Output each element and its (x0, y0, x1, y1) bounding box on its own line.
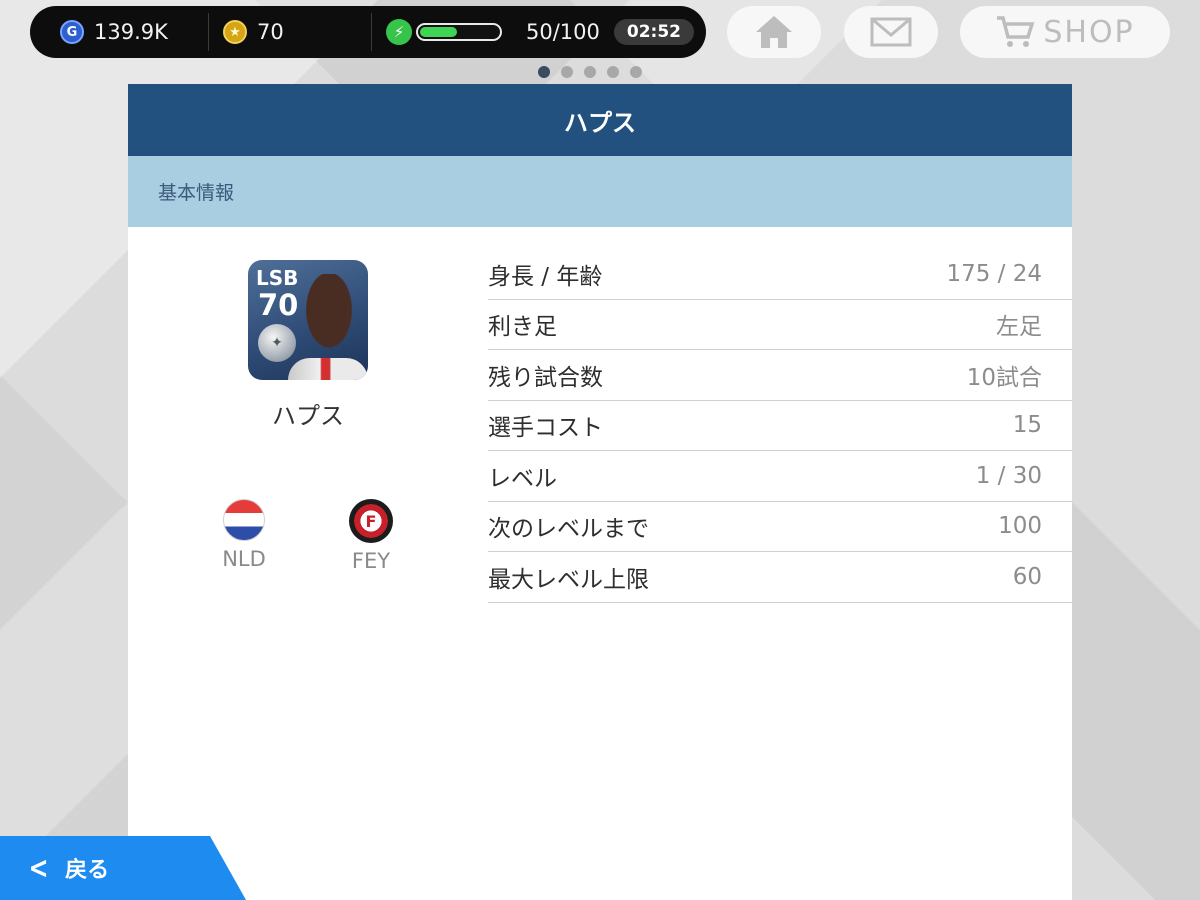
section-title: 基本情報 (158, 182, 235, 204)
info-row: 最大レベル上限 60 (488, 552, 1072, 603)
status-bar: G 139.9K ★ 70 ⚡ 50/100 02:52 (30, 6, 706, 58)
back-label: 戻る (65, 858, 110, 883)
info-row: 選手コスト 15 (488, 401, 1072, 451)
page-dot[interactable] (538, 66, 550, 78)
coin-counter: ★ 70 (209, 6, 371, 58)
star-coin-icon: ★ (223, 20, 247, 44)
player-shirt (288, 358, 368, 380)
info-row: 次のレベルまで 100 (488, 502, 1072, 552)
page-dot[interactable] (630, 66, 642, 78)
info-row: 利き足 左足 (488, 300, 1072, 350)
shop-button[interactable]: SHOP (960, 6, 1170, 58)
energy-value: 50/100 (526, 20, 600, 44)
gp-counter: G 139.9K (30, 6, 208, 58)
info-row: レベル 1 / 30 (488, 451, 1072, 502)
energy-bar-fill (420, 27, 457, 37)
energy-meter: ⚡ 50/100 02:52 (372, 6, 695, 58)
energy-bar (416, 23, 502, 41)
info-value: 175 / 24 (946, 260, 1042, 287)
player-position: LSB (256, 266, 299, 290)
player-photo (296, 274, 362, 364)
info-table: 身長 / 年齢 175 / 24 利き足 左足残り試合数 10試合選手コスト 15 レベル 1… (488, 249, 1072, 603)
info-row: 残り試合数 10試合 (488, 350, 1072, 401)
info-label: レベル (488, 465, 557, 492)
nationality-code: NLD (222, 547, 266, 571)
info-value: 1 / 30 (975, 462, 1042, 489)
info-value: 60 (1012, 563, 1042, 590)
card-badge-icon: ✦ (258, 324, 296, 362)
info-label: 残り試合数 (488, 364, 603, 391)
gp-coin-icon: G (60, 20, 84, 44)
player-info-panel: ハプス 基本情報 LSB 70 ✦ ハプス NLD F FEY 身長 / 年齢 1… (128, 84, 1072, 900)
info-row: 身長 / 年齢 175 / 24 (488, 249, 1072, 300)
chevron-left-icon: < (28, 850, 49, 886)
club-crest-icon: F (349, 499, 393, 543)
nationality: NLD (204, 499, 284, 571)
energy-timer: 02:52 (613, 19, 695, 45)
panel-title: ハプス (128, 84, 1072, 156)
info-value: 15 (1012, 412, 1042, 439)
cart-icon (997, 16, 1035, 47)
mail-icon (870, 17, 912, 47)
back-button[interactable]: < 戻る (0, 836, 246, 900)
club-code: FEY (351, 549, 391, 573)
info-label: 身長 / 年齢 (488, 263, 603, 290)
club: F FEY (331, 499, 411, 573)
home-button[interactable] (727, 6, 821, 58)
player-name: ハプス (272, 402, 344, 430)
info-label: 選手コスト (488, 415, 603, 442)
player-card[interactable]: LSB 70 ✦ (248, 260, 368, 380)
page-dot[interactable] (584, 66, 596, 78)
mail-button[interactable] (844, 6, 938, 58)
info-value: 左足 (996, 314, 1042, 341)
page-indicator (538, 66, 642, 78)
home-icon (756, 16, 792, 48)
gp-value: 139.9K (94, 20, 168, 44)
page-dot[interactable] (607, 66, 619, 78)
player-rating: 70 (258, 288, 299, 322)
info-value: 100 (998, 513, 1042, 540)
info-label: 最大レベル上限 (488, 566, 649, 593)
section-header: 基本情報 (128, 156, 1072, 227)
info-value: 10試合 (966, 364, 1042, 391)
info-label: 利き足 (488, 314, 557, 341)
coin-value: 70 (257, 20, 284, 44)
page-dot[interactable] (561, 66, 573, 78)
shop-label: SHOP (1043, 14, 1135, 50)
lightning-icon: ⚡ (386, 19, 412, 45)
info-label: 次のレベルまで (488, 516, 649, 543)
netherlands-flag-icon (223, 499, 265, 541)
